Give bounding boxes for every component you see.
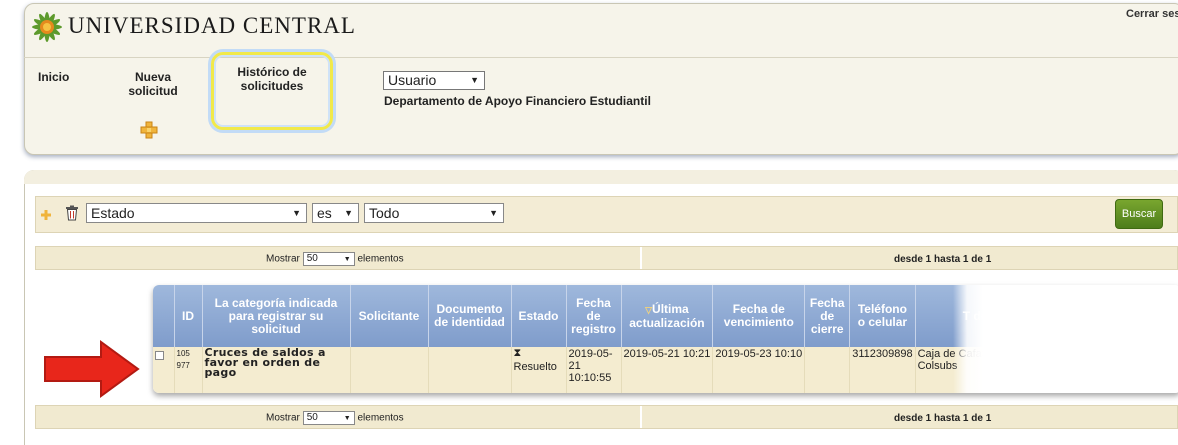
column-header-ultima-actualizacion-label: Última actualización [629, 301, 705, 330]
cell-documento [428, 347, 512, 393]
filter-field-value: Estado [91, 205, 135, 221]
panel-top-band [24, 170, 1178, 184]
pager-bottom: Mostrar 50 ▼ elementos desde 1 hasta 1 d… [35, 405, 1178, 429]
nav-inicio[interactable]: Inicio [38, 70, 69, 84]
cell-estado-text: Resuelto [513, 361, 557, 373]
cell-ultima-actualizacion: 2019-05-21 10:21 [621, 347, 714, 393]
row-checkbox[interactable] [155, 351, 164, 360]
logout-link[interactable]: Cerrar sesión [1126, 8, 1178, 20]
role-select[interactable]: Usuario ▼ [383, 71, 485, 90]
requests-table-container: ID La categoría indicada para registrar … [153, 285, 1178, 393]
add-filter-icon[interactable] [40, 209, 52, 221]
page-title: UNIVERSIDAD CENTRAL [68, 13, 356, 38]
items-label: elementos [357, 412, 404, 424]
sort-desc-icon: ▽ [645, 304, 653, 315]
cell-id: 105 977 [174, 347, 203, 393]
nav-nueva-solicitud[interactable]: Nueva solicitud [118, 70, 188, 98]
search-button[interactable]: Buscar [1115, 199, 1163, 229]
cell-telefono: 3112309898 [849, 347, 916, 393]
cell-category[interactable]: Cruces de saldos a favor en orden de pag… [202, 346, 351, 393]
cell-estado: ⧗ Resuelto [511, 347, 567, 393]
nav-historico-solicitudes[interactable]: Histórico de solicitudes [211, 52, 333, 130]
cell-solicitante [350, 347, 429, 393]
column-header-fecha-vencimiento[interactable]: Fecha de vencimiento [712, 285, 806, 347]
table-header-row: ID La categoría indicada para registrar … [153, 285, 1036, 347]
column-header-select[interactable] [153, 285, 175, 347]
page-size-value: 50 [306, 253, 318, 264]
role-select-value: Usuario [388, 72, 437, 88]
cell-fecha-registro: 2019-05-21 10:10:55 [566, 347, 622, 393]
filter-value-select[interactable]: Todo ▼ [364, 203, 504, 223]
page-size-value: 50 [306, 412, 318, 423]
hourglass-icon: ⧗ [513, 347, 522, 359]
pager-top: Mostrar 50 ▼ elementos desde 1 hasta 1 d… [35, 246, 1178, 270]
items-label: elementos [357, 253, 404, 265]
chevron-down-icon: ▼ [489, 208, 498, 218]
page-size-select[interactable]: 50 ▼ [302, 411, 355, 425]
cell-category-text: Cruces de saldos a favor en orden de pag… [204, 346, 326, 379]
column-header-fecha-registro[interactable]: Fecha de registro [566, 285, 622, 347]
chevron-down-icon: ▼ [292, 208, 301, 218]
table-row[interactable]: 105 977 Cruces de saldos a favor en orde… [153, 346, 1036, 393]
university-logo-icon [32, 12, 62, 42]
filter-operator-value: es [317, 205, 332, 221]
pager-range: desde 1 hasta 1 de 1 [894, 413, 992, 424]
cell-fecha-vencimiento: 2019-05-23 10:10 [712, 347, 806, 393]
red-arrow-icon [44, 340, 140, 398]
column-header-category[interactable]: La categoría indicada para registrar su … [202, 285, 351, 347]
page-size-select[interactable]: 50 ▼ [302, 252, 355, 266]
filter-value-text: Todo [369, 205, 400, 221]
pager-range: desde 1 hasta 1 de 1 [894, 254, 992, 265]
show-label: Mostrar [266, 412, 300, 424]
cell-fecha-cierre [804, 347, 851, 393]
chevron-down-icon: ▼ [343, 415, 351, 422]
requests-table: ID La categoría indicada para registrar … [153, 285, 1036, 393]
table-fade-overlay [953, 285, 1178, 393]
department-name: Departamento de Apoyo Financiero Estudia… [384, 94, 651, 108]
add-request-icon[interactable] [139, 120, 159, 140]
column-header-solicitante[interactable]: Solicitante [350, 285, 429, 347]
chevron-down-icon: ▼ [344, 208, 353, 218]
pager-divider [640, 247, 642, 269]
column-header-ultima-actualizacion[interactable]: ▽Última actualización [621, 285, 714, 347]
column-header-telefono[interactable]: Teléfono o celular [849, 285, 916, 347]
column-header-documento[interactable]: Documento de identidad [428, 285, 512, 347]
page-size-control: Mostrar 50 ▼ elementos [266, 252, 404, 266]
filter-field-select[interactable]: Estado ▼ [86, 203, 307, 223]
filter-operator-select[interactable]: es ▼ [312, 203, 359, 223]
chevron-down-icon: ▼ [470, 75, 479, 85]
chevron-down-icon: ▼ [343, 256, 351, 263]
column-header-id[interactable]: ID [174, 285, 203, 347]
column-header-estado[interactable]: Estado [511, 285, 567, 347]
column-header-fecha-cierre[interactable]: Fecha de cierre [804, 285, 851, 347]
trash-icon[interactable] [65, 205, 79, 221]
page-size-control: Mostrar 50 ▼ elementos [266, 411, 404, 425]
row-select-cell [153, 347, 175, 393]
pager-divider [640, 406, 642, 428]
show-label: Mostrar [266, 253, 300, 265]
header-divider [24, 57, 1178, 58]
